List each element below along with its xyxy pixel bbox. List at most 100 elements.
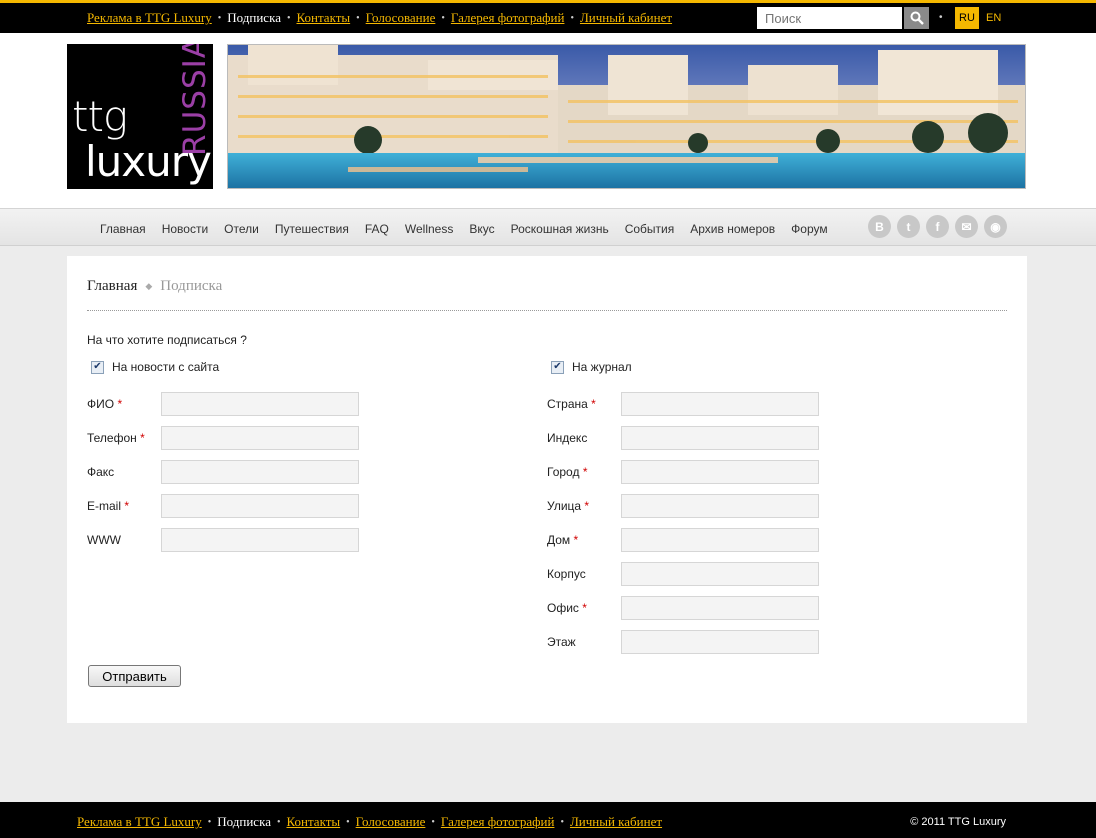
lang-ru-button[interactable]: RU bbox=[955, 7, 979, 29]
field-row-city: Город * bbox=[547, 460, 819, 484]
footer-link-separator: • bbox=[560, 816, 564, 828]
hotel-photo bbox=[228, 45, 1025, 188]
mail-icon[interactable]: ✉ bbox=[955, 215, 978, 238]
footer: Реклама в TTG Luxury • Подписка • Контак… bbox=[0, 802, 1096, 838]
search-button[interactable] bbox=[904, 7, 929, 29]
required-mark: * bbox=[117, 397, 123, 411]
top-bar: Реклама в TTG Luxury • Подписка • Контак… bbox=[0, 0, 1096, 33]
nav-item-luxury-life[interactable]: Роскошная жизнь bbox=[511, 222, 609, 236]
phone-input[interactable] bbox=[161, 426, 359, 450]
nav-item-archive[interactable]: Архив номеров bbox=[690, 222, 775, 236]
facebook-icon[interactable]: f bbox=[926, 215, 949, 238]
office-input[interactable] bbox=[621, 596, 819, 620]
field-label-phone: Телефон * bbox=[87, 431, 145, 445]
top-link-voting[interactable]: Голосование bbox=[366, 10, 436, 26]
index-input[interactable] bbox=[621, 426, 819, 450]
street-input[interactable] bbox=[621, 494, 819, 518]
breadcrumb-home-link[interactable]: Главная bbox=[87, 278, 137, 295]
submit-button[interactable]: Отправить bbox=[88, 665, 181, 687]
house-input[interactable] bbox=[621, 528, 819, 552]
required-mark: * bbox=[582, 465, 588, 479]
nav-item-forum[interactable]: Форум bbox=[791, 222, 827, 236]
copyright-text: © 2011 TTG Luxury bbox=[910, 816, 1006, 828]
logo-ttg: ttg bbox=[72, 92, 128, 141]
field-row-phone: Телефон * bbox=[87, 426, 359, 450]
magazine-checkbox-row[interactable]: ✔ На журнал bbox=[551, 360, 632, 374]
nav-item-taste[interactable]: Вкус bbox=[469, 222, 494, 236]
search-icon bbox=[910, 11, 924, 25]
footer-link-separator: • bbox=[346, 816, 350, 828]
breadcrumb-current: Подписка bbox=[160, 278, 223, 294]
nav-item-hotels[interactable]: Отели bbox=[224, 222, 259, 236]
footer-links: Реклама в TTG Luxury • Подписка • Контак… bbox=[77, 814, 662, 830]
floor-input[interactable] bbox=[621, 630, 819, 654]
required-mark: * bbox=[591, 397, 596, 411]
nav-item-faq[interactable]: FAQ bbox=[365, 222, 389, 236]
news-checkbox[interactable]: ✔ bbox=[91, 360, 104, 374]
field-label-office: Офис * bbox=[547, 601, 587, 615]
top-link-advertising[interactable]: Реклама в TTG Luxury bbox=[87, 10, 212, 26]
field-label-floor: Этаж bbox=[547, 635, 576, 649]
site-logo[interactable]: ttg luxury RUSSIA bbox=[67, 44, 213, 189]
field-label-fax: Факс bbox=[87, 465, 115, 479]
twitter-icon[interactable]: t bbox=[897, 215, 920, 238]
required-mark: * bbox=[573, 533, 579, 547]
field-row-office: Офис * bbox=[547, 596, 819, 620]
top-link-account[interactable]: Личный кабинет bbox=[580, 10, 672, 26]
www-input[interactable] bbox=[161, 528, 359, 552]
footer-link-subscription[interactable]: Подписка bbox=[217, 814, 271, 830]
search-input[interactable] bbox=[757, 7, 902, 29]
nav-item-events[interactable]: События bbox=[625, 222, 675, 236]
subscription-question: На что хотите подписаться ? bbox=[87, 333, 247, 347]
footer-link-separator: • bbox=[207, 816, 212, 828]
field-row-email: E-mail * bbox=[87, 494, 359, 518]
nav-item-home[interactable]: Главная bbox=[100, 222, 146, 236]
field-label-index: Индекс bbox=[547, 431, 588, 445]
nav-item-wellness[interactable]: Wellness bbox=[405, 222, 453, 236]
footer-link-voting[interactable]: Голосование bbox=[356, 814, 426, 830]
top-link-subscription[interactable]: Подписка bbox=[227, 10, 281, 26]
main-nav: Главная Новости Отели Путешествия FAQ We… bbox=[0, 208, 1096, 246]
footer-link-contacts[interactable]: Контакты bbox=[286, 814, 340, 830]
news-checkbox-label: На новости с сайта bbox=[112, 360, 220, 374]
footer-link-advertising[interactable]: Реклама в TTG Luxury bbox=[77, 814, 202, 830]
email-input[interactable] bbox=[161, 494, 359, 518]
field-row-street: Улица * bbox=[547, 494, 819, 518]
footer-link-account[interactable]: Личный кабинет bbox=[570, 814, 662, 830]
footer-link-gallery[interactable]: Галерея фотографий bbox=[441, 814, 555, 830]
news-checkbox-row[interactable]: ✔ На новости с сайта bbox=[91, 360, 219, 374]
city-input[interactable] bbox=[621, 460, 819, 484]
required-mark: * bbox=[584, 499, 590, 513]
top-separator: • bbox=[939, 12, 943, 23]
magazine-checkbox[interactable]: ✔ bbox=[551, 360, 564, 374]
top-link-separator: • bbox=[286, 12, 291, 24]
field-row-house: Дом * bbox=[547, 528, 819, 552]
rss-icon[interactable]: ◉ bbox=[984, 215, 1007, 238]
field-row-fio: ФИО * bbox=[87, 392, 359, 416]
required-mark: * bbox=[124, 499, 130, 513]
header-banner-image bbox=[227, 44, 1026, 189]
top-link-gallery[interactable]: Галерея фотографий bbox=[451, 10, 565, 26]
breadcrumb-divider bbox=[87, 310, 1007, 311]
magazine-checkbox-label: На журнал bbox=[572, 360, 632, 374]
lang-en-button[interactable]: EN bbox=[986, 12, 1001, 24]
top-link-separator: • bbox=[441, 12, 445, 24]
fio-input[interactable] bbox=[161, 392, 359, 416]
nav-item-travel[interactable]: Путешествия bbox=[275, 222, 349, 236]
required-mark: * bbox=[582, 601, 587, 615]
top-link-contacts[interactable]: Контакты bbox=[296, 10, 350, 26]
footer-link-separator: • bbox=[276, 816, 281, 828]
field-label-www: WWW bbox=[87, 533, 121, 547]
field-row-country: Страна * bbox=[547, 392, 819, 416]
field-row-floor: Этаж bbox=[547, 630, 819, 654]
country-input[interactable] bbox=[621, 392, 819, 416]
building-input[interactable] bbox=[621, 562, 819, 586]
field-label-email: E-mail * bbox=[87, 499, 130, 513]
field-row-building: Корпус bbox=[547, 562, 819, 586]
top-links: Реклама в TTG Luxury • Подписка • Контак… bbox=[87, 10, 672, 26]
vkontakte-icon[interactable]: B bbox=[868, 215, 891, 238]
field-label-country: Страна * bbox=[547, 397, 596, 411]
fax-input[interactable] bbox=[161, 460, 359, 484]
field-label-house: Дом * bbox=[547, 533, 579, 547]
nav-item-news[interactable]: Новости bbox=[162, 222, 208, 236]
